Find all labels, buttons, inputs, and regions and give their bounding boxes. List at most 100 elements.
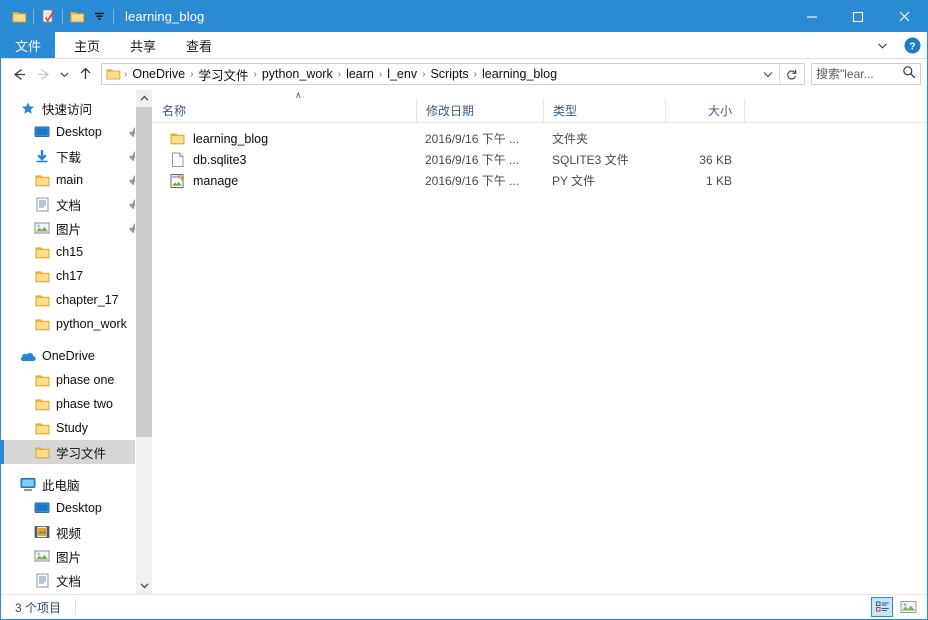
documents-icon [33,573,51,588]
sort-indicator-strip: ∧ [153,90,927,100]
tab-view[interactable]: 查看 [171,32,227,58]
cell-name[interactable]: learning_blog [153,132,416,146]
sidebar-item-label: 下载 [56,150,82,165]
forward-arrow-icon[interactable] [31,62,55,86]
folder-icon [33,446,51,459]
tab-home[interactable]: 主页 [59,32,115,58]
toolbar-divider-3 [113,9,114,24]
downloads-icon [33,149,51,164]
table-row[interactable]: learning_blog 2016/9/16 下午 ... 文件夹 [153,128,927,149]
sidebar-item-label: main [56,173,84,187]
sidebar-item-label: chapter_17 [56,293,119,307]
cell-size: 36 KB [699,152,732,167]
customize-dropdown-icon[interactable] [88,6,110,28]
toolbar-divider [33,9,34,24]
folder-icon [33,270,51,283]
sidebar-item-label: phase one [56,373,115,387]
chevron-down-icon[interactable] [757,64,779,84]
nav-group-quick-access[interactable]: 快速访问 [1,96,152,120]
sidebar-item-phase-two[interactable]: phase two [1,392,152,416]
folder-icon [33,318,51,331]
documents-icon [33,197,51,212]
sidebar-item-图片[interactable]: 图片 [1,544,152,568]
sidebar-item-label: ch17 [56,269,84,283]
search-icon[interactable] [902,65,916,84]
breadcrumb-item-xuexiwenjian[interactable]: 学习文件 [194,64,252,85]
nav-group-label: 快速访问 [42,102,93,117]
table-row[interactable]: db.sqlite3 2016/9/16 下午 ... SQLITE3 文件 36 K… [153,149,927,170]
new-folder-icon[interactable] [66,6,88,28]
cell-name[interactable]: db.sqlite3 [153,152,416,168]
pictures-icon [33,549,51,563]
nav-group-label: OneDrive [42,349,95,363]
properties-icon[interactable] [37,6,59,28]
cell-type: SQLITE3 文件 [552,153,629,167]
blank-document-icon [167,152,187,168]
sidebar-item-视频[interactable]: 视频 [1,520,152,544]
breadcrumb-item-learn[interactable]: learn [342,66,378,82]
sidebar-item-desktop[interactable]: Desktop [1,496,152,520]
help-icon[interactable]: ? [901,35,923,57]
folder-icon [106,68,121,81]
sidebar-item-label: 学习文件 [56,446,107,461]
sidebar-item-学习文件[interactable]: 学习文件 [1,440,152,464]
tab-file[interactable]: 文件 [1,32,56,58]
column-header-name[interactable]: 名称 [153,99,416,122]
sidebar-item-study[interactable]: Study [1,416,152,440]
desktop-icon [33,125,51,139]
explorer-body: 快速访问 Desktop 下载 main 文档 图片 ch15 ch17 chapter_17 p… [1,90,927,594]
folder-icon[interactable] [8,6,30,28]
recent-locations-icon[interactable] [55,62,73,86]
folder-icon [33,374,51,387]
breadcrumb-item-learning-blog[interactable]: learning_blog [478,66,561,82]
sidebar-item-下载[interactable]: 下载 [1,144,152,168]
scroll-up-arrow-icon[interactable] [136,90,152,107]
scroll-down-arrow-icon[interactable] [136,577,152,594]
folder-icon [33,174,51,187]
breadcrumb[interactable]: › OneDrive › 学习文件 › python_work › learn … [101,63,805,85]
scrollbar-thumb[interactable] [136,107,152,437]
navigation-scrollbar[interactable] [135,90,152,594]
sidebar-item-main[interactable]: main [1,168,152,192]
breadcrumb-item-onedrive[interactable]: OneDrive [128,66,189,82]
breadcrumb-item-l-env[interactable]: l_env [383,66,421,82]
onedrive-cloud-icon [19,349,37,364]
search-input[interactable] [816,67,902,81]
refresh-icon[interactable] [780,64,802,84]
search-box[interactable] [811,63,921,85]
sidebar-item-phase-one[interactable]: phase one [1,368,152,392]
sidebar-item-图片[interactable]: 图片 [1,216,152,240]
sidebar-item-ch15[interactable]: ch15 [1,240,152,264]
sidebar-item-label: python_work [56,317,127,331]
back-arrow-icon[interactable] [7,62,31,86]
nav-group-this-pc[interactable]: 此电脑 [1,472,152,496]
table-row[interactable]: manage 2016/9/16 下午 ... PY 文件 1 KB [153,170,927,191]
folder-icon [167,132,187,145]
column-header-size[interactable]: 大小 [665,99,744,122]
sidebar-item-desktop[interactable]: Desktop [1,120,152,144]
cell-name[interactable]: manage [153,173,416,189]
sidebar-item-文档[interactable]: 文档 [1,192,152,216]
chevron-down-icon[interactable] [871,35,893,57]
cell-date: 2016/9/16 下午 ... [425,174,520,188]
sidebar-item-文档[interactable]: 文档 [1,568,152,592]
cell-type: 文件夹 [552,132,589,146]
sidebar-item-chapter_17[interactable]: chapter_17 [1,288,152,312]
details-view-button[interactable] [871,597,893,617]
sidebar-item-ch17[interactable]: ch17 [1,264,152,288]
maximize-button[interactable] [835,1,881,32]
file-list-area: ∧ 名称 修改日期 类型 大小 learning_blog 2016/9/16 下… [153,90,927,594]
tab-share[interactable]: 共享 [115,32,171,58]
minimize-button[interactable] [789,1,835,32]
nav-group-onedrive[interactable]: OneDrive [1,344,152,368]
column-header-date[interactable]: 修改日期 [416,99,543,122]
up-arrow-icon[interactable] [73,62,97,86]
breadcrumb-item-python-work[interactable]: python_work [258,66,337,82]
breadcrumb-item-scripts[interactable]: Scripts [426,66,472,82]
column-header-type[interactable]: 类型 [543,99,665,122]
close-button[interactable] [881,1,927,32]
file-rows: learning_blog 2016/9/16 下午 ... 文件夹 db.sqlit… [153,123,927,594]
ribbon-tab-bar: 文件 主页 共享 查看 ? [1,32,927,59]
sidebar-item-python_work[interactable]: python_work [1,312,152,336]
large-icons-view-button[interactable] [897,597,919,617]
